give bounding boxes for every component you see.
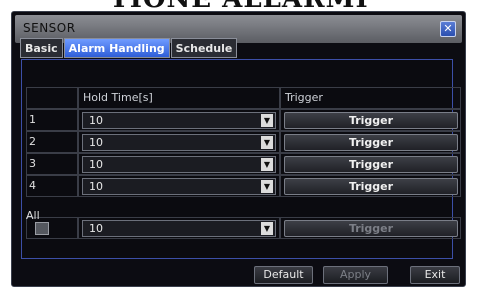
all-checkbox[interactable] [35, 222, 49, 235]
chevron-down-icon[interactable]: ▼ [261, 222, 273, 235]
hold-time-cell: 10 ▼ [78, 109, 280, 131]
table-header-row: Hold Time[s] Trigger [26, 87, 468, 109]
hold-time-cell: 10 ▼ [78, 175, 280, 197]
tab-schedule[interactable]: Schedule [170, 38, 238, 58]
column-header-hold-time: Hold Time[s] [78, 87, 280, 109]
hold-time-cell: 10 ▼ [78, 131, 280, 153]
chevron-down-icon[interactable]: ▼ [261, 136, 273, 149]
hold-time-value: 10 [89, 158, 103, 171]
table-row: 2 10 ▼ Trigger [26, 131, 468, 153]
hold-time-select[interactable]: 10 ▼ [82, 112, 276, 129]
column-header-index [26, 87, 78, 109]
trigger-cell: Trigger [280, 109, 461, 131]
row-index: 1 [26, 109, 78, 131]
trigger-button[interactable]: Trigger [284, 134, 458, 151]
trigger-cell: Trigger [280, 153, 461, 175]
table-row: 4 10 ▼ Trigger [26, 175, 468, 197]
dialog-title: SENSOR [23, 21, 76, 35]
trigger-button[interactable]: Trigger [284, 178, 458, 195]
tab-alarm-handling[interactable]: Alarm Handling [63, 38, 170, 58]
trigger-button[interactable]: Trigger [284, 156, 458, 173]
close-icon[interactable]: ✕ [440, 21, 456, 37]
all-row: 10 ▼ Trigger [26, 217, 468, 239]
chevron-down-icon[interactable]: ▼ [261, 114, 273, 127]
row-index: 3 [26, 153, 78, 175]
all-trigger-button[interactable]: Trigger [284, 220, 458, 237]
default-button[interactable]: Default [254, 266, 313, 284]
trigger-cell: Trigger [280, 217, 461, 239]
table-row: 3 10 ▼ Trigger [26, 153, 468, 175]
trigger-cell: Trigger [280, 175, 461, 197]
hold-time-select[interactable]: 10 ▼ [82, 178, 276, 195]
table-row: 1 10 ▼ Trigger [26, 109, 468, 131]
hold-time-select[interactable]: 10 ▼ [82, 134, 276, 151]
column-header-trigger: Trigger [280, 87, 461, 109]
hold-time-value: 10 [89, 114, 103, 127]
trigger-cell: Trigger [280, 131, 461, 153]
tab-bar: Basic Alarm Handling Schedule [20, 38, 238, 58]
hold-time-cell: 10 ▼ [78, 217, 280, 239]
tab-basic[interactable]: Basic [20, 38, 63, 58]
apply-button[interactable]: Apply [323, 266, 388, 284]
hold-time-value: 10 [89, 136, 103, 149]
trigger-button[interactable]: Trigger [284, 112, 458, 129]
hold-time-select[interactable]: 10 ▼ [82, 156, 276, 173]
hold-time-value: 10 [89, 180, 103, 193]
chevron-down-icon[interactable]: ▼ [261, 180, 273, 193]
row-index: 2 [26, 131, 78, 153]
exit-button[interactable]: Exit [410, 266, 460, 284]
row-index: 4 [26, 175, 78, 197]
all-hold-time-select[interactable]: 10 ▼ [82, 220, 276, 237]
all-label: All [26, 209, 40, 222]
hold-time-cell: 10 ▼ [78, 153, 280, 175]
hold-time-value: 10 [89, 222, 103, 235]
chevron-down-icon[interactable]: ▼ [261, 158, 273, 171]
